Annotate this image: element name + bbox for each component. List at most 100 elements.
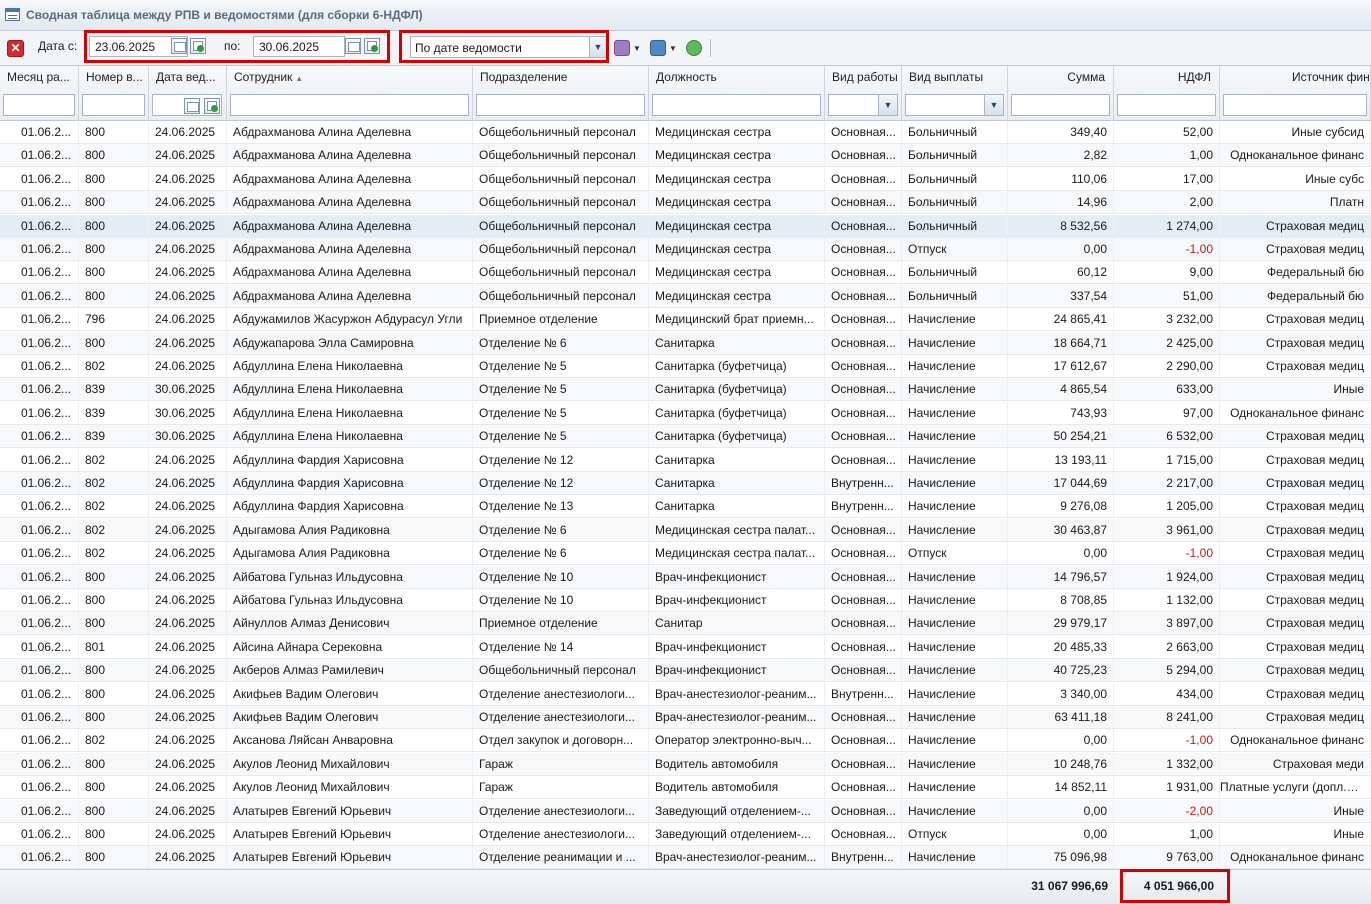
table-row[interactable]: 01.06.2... 800 24.06.2025 Алатырев Евгений …	[0, 846, 1371, 869]
table-row[interactable]: 01.06.2... 796 24.06.2025 Абдужамилов Жасур…	[0, 308, 1371, 332]
col-date-cell: 24.06.2025	[149, 518, 227, 541]
table-row[interactable]: 01.06.2... 802 24.06.2025 Абдуллина Фардия …	[0, 448, 1371, 472]
filter-input[interactable]: ▼	[905, 94, 1004, 116]
col-department-cell: Отделение № 5	[473, 425, 649, 448]
mode-select[interactable]: По дате ведомости ▼	[410, 36, 607, 58]
col-ndfl-header[interactable]: НДФЛ	[1114, 66, 1220, 90]
table-row[interactable]: 01.06.2... 839 30.06.2025 Абдуллина Елена Н…	[0, 425, 1371, 449]
col-sum-header[interactable]: Сумма	[1008, 66, 1114, 90]
filter-input[interactable]	[3, 94, 75, 116]
col-payment-type-cell: Начисление	[902, 612, 1008, 635]
col-number-cell: 839	[79, 425, 149, 448]
calendar-icon[interactable]	[184, 98, 200, 114]
col-funding-source-header[interactable]: Источник фин	[1220, 66, 1371, 90]
table-row[interactable]: 01.06.2... 800 24.06.2025 Абдрахманова Алин…	[0, 238, 1371, 261]
col-department-header[interactable]: Подразделение	[473, 66, 649, 90]
table-row[interactable]: 01.06.2... 800 24.06.2025 Акулов Леонид Мих…	[0, 776, 1371, 800]
col-position-header[interactable]: Должность	[649, 66, 825, 90]
table-row[interactable]: 01.06.2... 800 24.06.2025 Акифьев Вадим Оле…	[0, 706, 1371, 729]
table-row[interactable]: 01.06.2... 800 24.06.2025 Абдужапарова Элла…	[0, 331, 1371, 355]
clear-date-icon[interactable]	[190, 38, 206, 54]
filter-input[interactable]	[1223, 94, 1367, 116]
col-work-type-cell: Основная...	[825, 238, 902, 260]
col-number-cell: 801	[79, 635, 149, 658]
clear-date-icon[interactable]	[204, 98, 220, 114]
table-row[interactable]: 01.06.2... 800 24.06.2025 Абдрахманова Алин…	[0, 261, 1371, 285]
calendar-icon[interactable]	[171, 38, 187, 54]
col-month-cell: 01.06.2...	[0, 401, 79, 424]
col-date-cell: 24.06.2025	[149, 214, 227, 237]
col-position-cell: Медицинская сестра палат...	[649, 518, 825, 541]
table-row[interactable]: 01.06.2... 839 30.06.2025 Абдуллина Елена Н…	[0, 401, 1371, 425]
col-sum-cell: 18 664,71	[1008, 331, 1114, 354]
col-ndfl-cell: 52,00	[1114, 121, 1220, 143]
table-row[interactable]: 01.06.2... 800 24.06.2025 Айбатова Гульназ …	[0, 589, 1371, 612]
grid-header: Месяц ра... Номер в... Дата вед... Сотрудни…	[0, 66, 1371, 121]
col-position-cell: Медицинский брат приемн...	[649, 308, 825, 331]
col-month-header[interactable]: Месяц ра...	[0, 66, 79, 90]
col-date-cell: 24.06.2025	[149, 589, 227, 611]
refresh-icon[interactable]	[686, 40, 702, 56]
filter-input[interactable]: ▼	[828, 94, 898, 116]
table-row[interactable]: 01.06.2... 802 24.06.2025 Адыгамова Алия Ра…	[0, 542, 1371, 566]
col-department-cell: Отделение № 12	[473, 472, 649, 494]
table-row[interactable]: 01.06.2... 802 24.06.2025 Аксанова Ляйсан А…	[0, 729, 1371, 753]
col-month-cell: 01.06.2...	[0, 191, 79, 214]
table-row[interactable]: 01.06.2... 800 24.06.2025 Абдрахманова Алин…	[0, 191, 1371, 215]
col-position-cell: Медицинская сестра	[649, 144, 825, 167]
filter-input[interactable]	[152, 94, 222, 116]
print-icon[interactable]	[650, 40, 666, 56]
col-number-header[interactable]: Номер в...	[79, 66, 149, 90]
table-row[interactable]: 01.06.2... 800 24.06.2025 Акифьев Вадим Оле…	[0, 682, 1371, 706]
col-sum-cell: 2,82	[1008, 144, 1114, 167]
chevron-down-icon: ▼	[589, 37, 606, 57]
table-row[interactable]: 01.06.2... 800 24.06.2025 Айнуллов Алмаз Де…	[0, 612, 1371, 636]
close-icon[interactable]: ✕	[7, 40, 24, 57]
col-number-cell: 802	[79, 518, 149, 541]
table-row[interactable]: 01.06.2... 800 24.06.2025 Абдрахманова Алин…	[0, 214, 1371, 238]
chevron-down-icon[interactable]: ▼	[878, 95, 897, 115]
col-number-cell: 800	[79, 752, 149, 775]
sort-ascending-icon: ▲	[295, 74, 304, 83]
date-to-input[interactable]: 30.06.2025	[253, 36, 345, 57]
filter-input[interactable]	[230, 94, 469, 116]
table-row[interactable]: 01.06.2... 800 24.06.2025 Абдрахманова Алин…	[0, 121, 1371, 144]
calendar-icon[interactable]	[345, 38, 361, 54]
table-row[interactable]: 01.06.2... 800 24.06.2025 Абдрахманова Алин…	[0, 284, 1371, 308]
table-row[interactable]: 01.06.2... 800 24.06.2025 Абдрахманова Алин…	[0, 167, 1371, 191]
col-employee-cell: Адыгамова Алия Радиковна	[227, 542, 473, 565]
col-department-cell: Отделение № 5	[473, 378, 649, 401]
table-row[interactable]: 01.06.2... 800 24.06.2025 Акулов Леонид Мих…	[0, 752, 1371, 776]
table-row[interactable]: 01.06.2... 800 24.06.2025 Алатырев Евгений …	[0, 799, 1371, 823]
table-row[interactable]: 01.06.2... 802 24.06.2025 Абдуллина Елена Н…	[0, 355, 1371, 378]
filter-input[interactable]	[476, 94, 645, 116]
col-position-cell: Медицинская сестра	[649, 238, 825, 260]
col-funding-source-cell: Страховая медиц	[1220, 425, 1371, 448]
col-payment-type-header[interactable]: Вид выплаты	[902, 66, 1008, 90]
col-employee-header[interactable]: Сотрудник ▲	[227, 66, 473, 90]
table-row[interactable]: 01.06.2... 802 24.06.2025 Адыгамова Алия Ра…	[0, 518, 1371, 542]
table-row[interactable]: 01.06.2... 802 24.06.2025 Абдуллина Фардия …	[0, 472, 1371, 495]
table-row[interactable]: 01.06.2... 800 24.06.2025 Алатырев Евгений …	[0, 823, 1371, 846]
filter-input[interactable]	[1011, 94, 1110, 116]
table-row[interactable]: 01.06.2... 802 24.06.2025 Абдуллина Фардия …	[0, 495, 1371, 519]
filter-input[interactable]	[82, 94, 145, 116]
chevron-down-icon[interactable]: ▼	[669, 44, 677, 53]
table-row[interactable]: 01.06.2... 801 24.06.2025 Айсина Айнара Сер…	[0, 635, 1371, 659]
col-date-header[interactable]: Дата вед...	[149, 66, 227, 90]
chevron-down-icon[interactable]: ▼	[984, 95, 1003, 115]
col-month-cell: 01.06.2...	[0, 659, 79, 682]
column-header-label: Месяц ра...	[7, 70, 70, 84]
table-row[interactable]: 01.06.2... 839 30.06.2025 Абдуллина Елена Н…	[0, 378, 1371, 402]
col-payment-type-cell: Начисление	[902, 682, 1008, 705]
col-work-type-header[interactable]: Вид работы	[825, 66, 902, 90]
col-month-cell: 01.06.2...	[0, 682, 79, 705]
filter-input[interactable]	[1117, 94, 1216, 116]
filter-input[interactable]	[652, 94, 821, 116]
clear-date-icon[interactable]	[364, 38, 380, 54]
table-row[interactable]: 01.06.2... 800 24.06.2025 Айбатова Гульназ …	[0, 565, 1371, 589]
table-row[interactable]: 01.06.2... 800 24.06.2025 Абдрахманова Алин…	[0, 144, 1371, 168]
chevron-down-icon[interactable]: ▼	[633, 44, 641, 53]
settings-icon[interactable]	[614, 40, 630, 56]
table-row[interactable]: 01.06.2... 800 24.06.2025 Акберов Алмаз Рам…	[0, 659, 1371, 683]
